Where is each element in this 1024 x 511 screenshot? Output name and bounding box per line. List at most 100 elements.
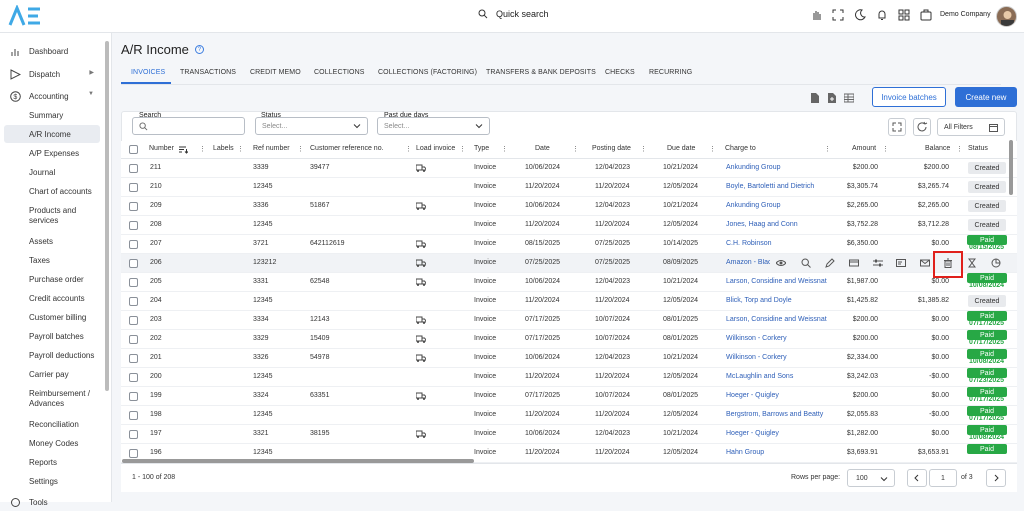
row-checkbox[interactable] [129, 202, 138, 211]
mail-icon[interactable] [920, 258, 930, 268]
row-checkbox[interactable] [129, 164, 138, 173]
col-ref-number[interactable]: Ref number [253, 145, 290, 152]
sidebar-item-dispatch[interactable]: Dispatch ▶ [4, 65, 100, 83]
row-checkbox[interactable] [129, 449, 138, 458]
avatar[interactable] [996, 6, 1017, 27]
truck-icon[interactable] [415, 392, 427, 400]
cell-charge-to[interactable]: Wilkinson - Corkery [726, 335, 787, 342]
prev-page-button[interactable] [907, 469, 927, 487]
sidebar-item-reimbursement[interactable]: Reimbursement / Advances [4, 386, 96, 412]
sidebar-item-chart-of-accounts[interactable]: Chart of accounts [4, 182, 100, 200]
sidebar-item-customer-billing[interactable]: Customer billing [4, 308, 100, 326]
bell-icon[interactable] [876, 9, 888, 21]
sidebar-item-payroll-batches[interactable]: Payroll batches [4, 327, 100, 345]
table-row[interactable]: 210 12345 Invoice 11/20/2024 11/20/2024 12/05… [121, 178, 1017, 197]
truck-icon[interactable] [415, 316, 427, 324]
cell-charge-to[interactable]: Larson, Considine and Weissnat [726, 278, 827, 285]
column-menu-icon[interactable]: ⋮ [237, 145, 244, 153]
table-row[interactable]: 198 12345 Invoice 11/20/2024 11/20/2024 12/05… [121, 406, 1017, 425]
table-row[interactable]: 207 3721 642112619 Invoice 08/15/2025 07/25/2… [121, 235, 1017, 254]
card-icon[interactable] [849, 258, 859, 268]
col-balance[interactable]: Balance [925, 145, 950, 152]
help-icon[interactable]: ? [194, 45, 204, 54]
truck-icon[interactable] [415, 354, 427, 362]
edit-icon[interactable] [825, 258, 835, 268]
col-charge-to[interactable]: Charge to [725, 145, 756, 152]
table-row[interactable]: 206 123212 Invoice 07/25/2025 07/25/2025 08/0… [121, 254, 1017, 273]
invoice-batches-button[interactable]: Invoice batches [872, 87, 946, 107]
truck-icon[interactable] [415, 430, 427, 438]
cell-charge-to[interactable]: Hahn Group [726, 449, 764, 456]
table-row[interactable]: 201 3326 54978 Invoice 10/06/2024 12/04/2023 1… [121, 349, 1017, 368]
file-icon[interactable] [810, 93, 819, 103]
sidebar-item-tools[interactable]: Tools [4, 493, 100, 511]
select-all-checkbox[interactable] [129, 145, 138, 154]
table-row[interactable]: 211 3339 39477 Invoice 10/06/2024 12/04/2023 1… [121, 159, 1017, 178]
column-menu-icon[interactable]: ⋮ [882, 145, 889, 153]
page-number-input[interactable]: 1 [929, 469, 957, 487]
table-row[interactable]: 205 3331 62548 Invoice 10/06/2024 12/04/2023 1… [121, 273, 1017, 292]
row-checkbox[interactable] [129, 373, 138, 382]
truck-icon[interactable] [415, 240, 427, 248]
row-checkbox[interactable] [129, 335, 138, 344]
col-date[interactable]: Date [535, 145, 550, 152]
col-amount[interactable]: Amount [852, 145, 876, 152]
sidebar-item-money-codes[interactable]: Money Codes [4, 434, 100, 452]
col-load-invoice[interactable]: Load invoice [416, 145, 455, 152]
row-checkbox[interactable] [129, 354, 138, 363]
col-customer-ref[interactable]: Customer reference no. [310, 145, 384, 152]
rows-per-page-select[interactable]: 100 [847, 469, 895, 487]
cell-charge-to[interactable]: Jones, Haag and Conn [726, 221, 798, 228]
row-checkbox[interactable] [129, 278, 138, 287]
row-checkbox[interactable] [129, 240, 138, 249]
column-menu-icon[interactable]: ⋮ [405, 145, 412, 153]
truck-icon[interactable] [415, 335, 427, 343]
cell-charge-to[interactable]: Hoeger - Quigley [726, 430, 779, 437]
table-row[interactable]: 203 3334 12143 Invoice 07/17/2025 10/07/2024 0… [121, 311, 1017, 330]
sidebar-item-ap-expenses[interactable]: A/P Expenses [4, 144, 100, 162]
cell-charge-to[interactable]: Ankunding Group [726, 164, 780, 171]
col-posting-date[interactable]: Posting date [592, 145, 631, 152]
sort-icon[interactable] [179, 145, 188, 154]
cell-charge-to[interactable]: McLaughlin and Sons [726, 373, 793, 380]
sidebar-item-reconciliation[interactable]: Reconciliation [4, 415, 100, 433]
sidebar-item-assets[interactable]: Assets [4, 232, 100, 250]
row-checkbox[interactable] [129, 259, 138, 268]
all-filters-button[interactable]: All Filters [937, 118, 1005, 136]
col-labels[interactable]: Labels [213, 145, 234, 152]
sidebar-item-dashboard[interactable]: Dashboard [4, 42, 100, 60]
table-row[interactable]: 202 3329 15409 Invoice 07/17/2025 10/07/2024 0… [121, 330, 1017, 349]
sidebar-item-reports[interactable]: Reports [4, 453, 100, 471]
cell-charge-to[interactable]: C.H. Robinson [726, 240, 772, 247]
status-select[interactable]: Select... [255, 117, 368, 135]
eye-icon[interactable] [776, 258, 786, 268]
tab-transactions[interactable]: TRANSACTIONS [180, 69, 236, 76]
table-row[interactable]: 208 12345 Invoice 11/20/2024 11/20/2024 12/05… [121, 216, 1017, 235]
hourglass-icon[interactable] [967, 258, 977, 268]
tab-collections-factoring[interactable]: COLLECTIONS (FACTORING) [378, 69, 477, 76]
table-row[interactable]: 200 12345 Invoice 11/20/2024 11/20/2024 12/05… [121, 368, 1017, 387]
invoice-icon[interactable] [896, 258, 906, 268]
tab-invoices[interactable]: INVOICES [131, 69, 165, 76]
row-checkbox[interactable] [129, 392, 138, 401]
table-row[interactable]: 204 12345 Invoice 11/20/2024 11/20/2024 12/05… [121, 292, 1017, 311]
cell-charge-to[interactable]: Larson, Considine and Weissnat [726, 316, 827, 323]
column-menu-icon[interactable]: ⋮ [459, 145, 466, 153]
column-menu-icon[interactable]: ⋮ [824, 145, 831, 153]
table-vertical-scrollbar[interactable] [1009, 140, 1013, 195]
expand-button[interactable] [888, 118, 906, 136]
column-menu-icon[interactable]: ⋮ [640, 145, 647, 153]
cell-charge-to[interactable]: Bergstrom, Barrows and Beatty [726, 411, 823, 418]
column-menu-icon[interactable]: ⋮ [572, 145, 579, 153]
cell-charge-to[interactable]: Boyle, Bartoletti and Dietrich [726, 183, 814, 190]
sidebar-item-payroll-deductions[interactable]: Payroll deductions [4, 346, 100, 364]
cell-charge-to[interactable]: Blick, Torp and Doyle [726, 297, 792, 304]
tab-checks[interactable]: CHECKS [605, 69, 635, 76]
row-checkbox[interactable] [129, 297, 138, 306]
sidebar-item-products-services[interactable]: Products and services [4, 203, 84, 229]
table-row[interactable]: 197 3321 38195 Invoice 10/06/2024 12/04/2023 1… [121, 425, 1017, 444]
truck-icon[interactable] [415, 259, 427, 267]
table-row[interactable]: 199 3324 63351 Invoice 07/17/2025 10/07/2024 0… [121, 387, 1017, 406]
sidebar-scrollbar[interactable] [105, 41, 109, 391]
search-icon[interactable] [801, 258, 811, 268]
